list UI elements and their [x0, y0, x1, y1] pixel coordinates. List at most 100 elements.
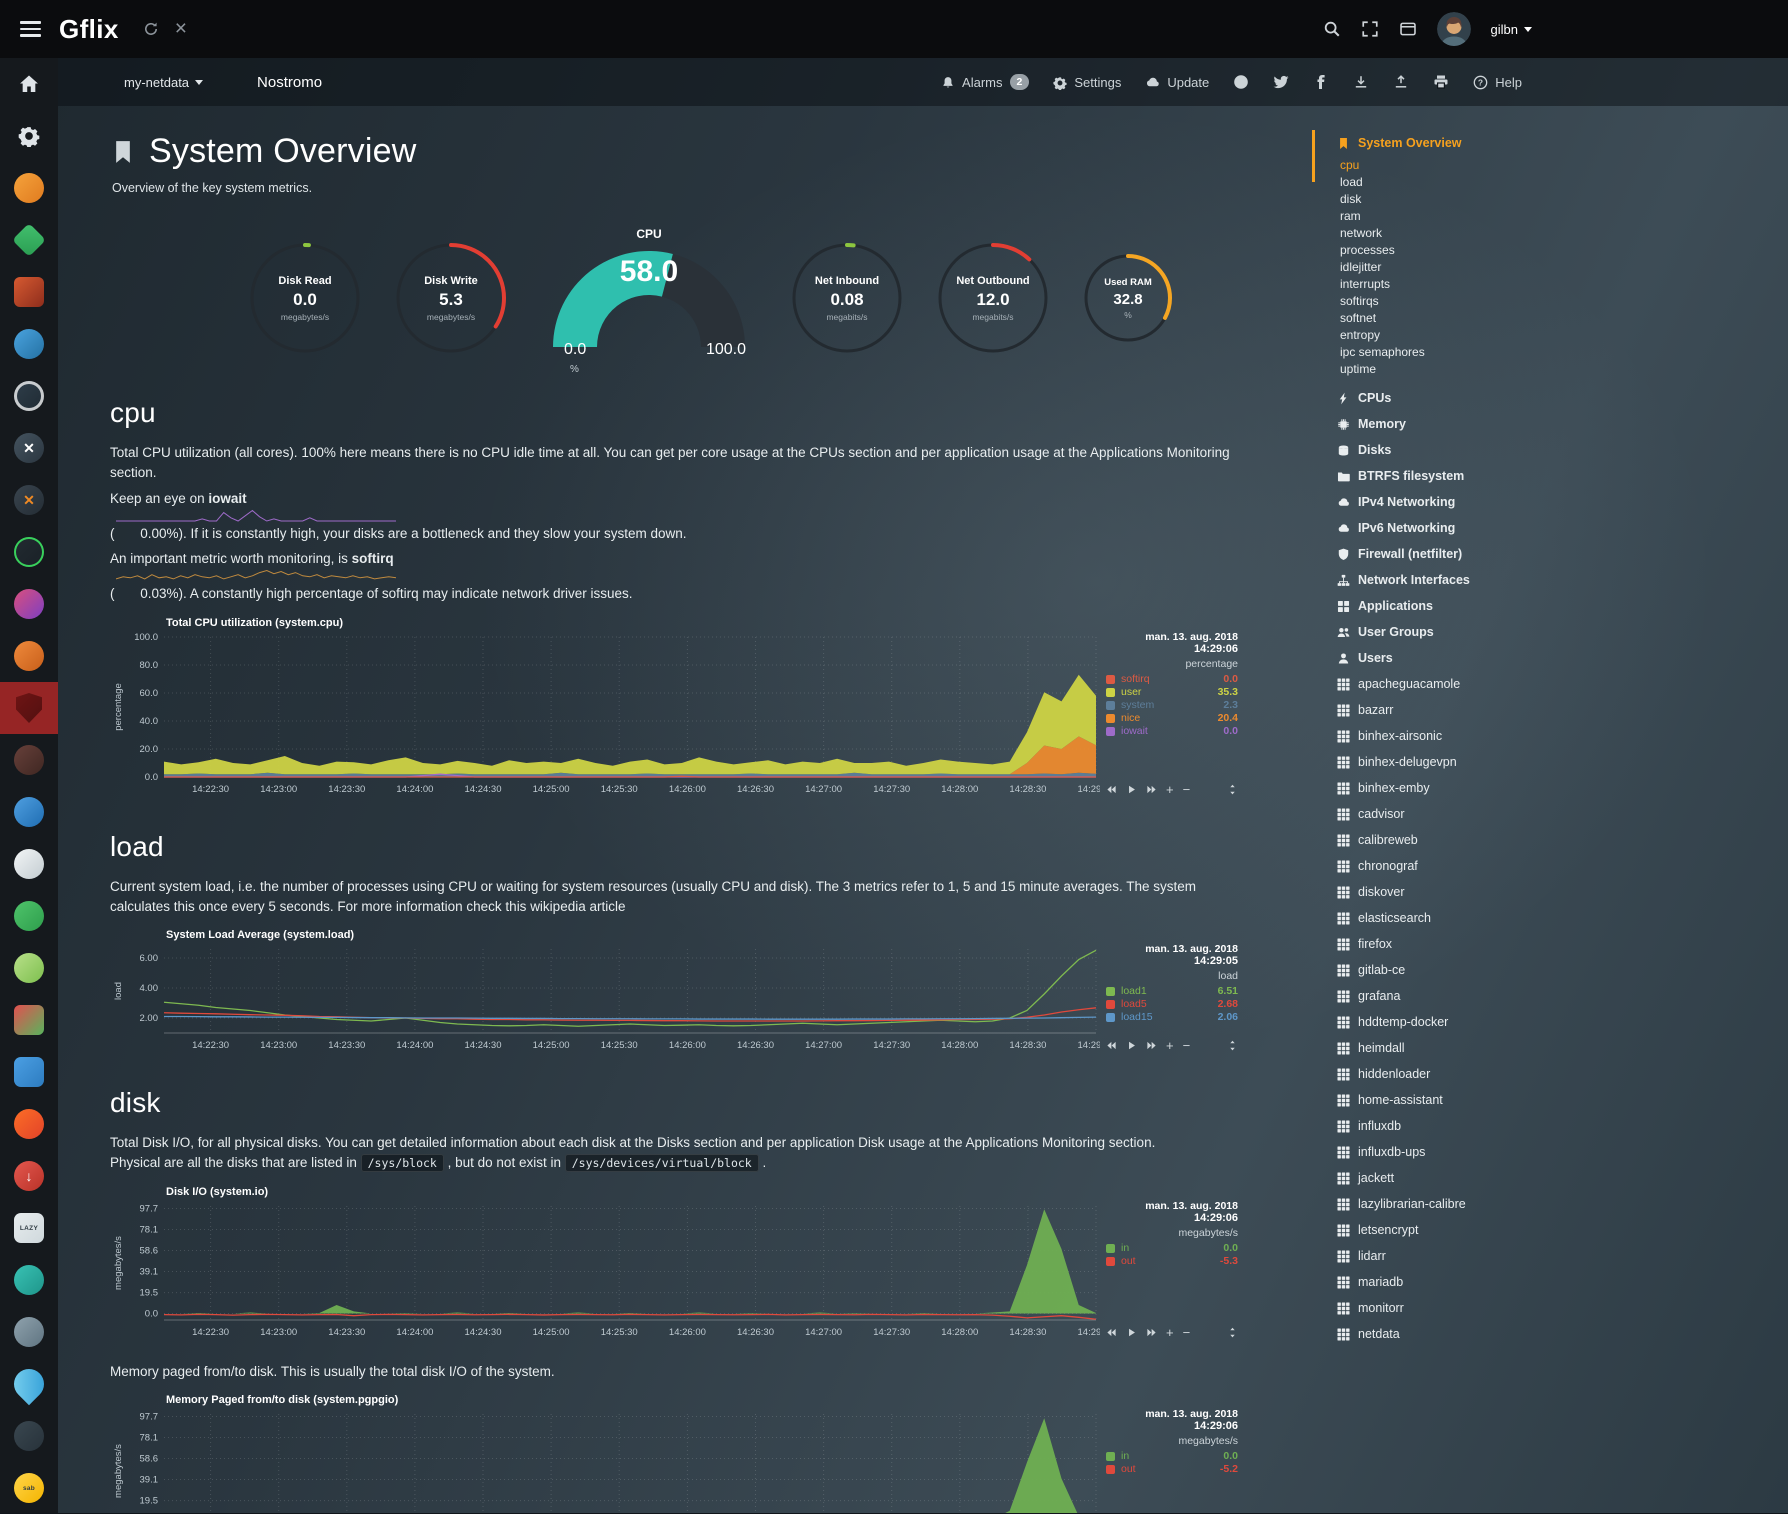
legend-row-softirq[interactable]: softirq0.0	[1106, 674, 1238, 685]
menu-item-gitlab-ce[interactable]: gitlab-ce	[1312, 957, 1788, 983]
menu-item-jackett[interactable]: jackett	[1312, 1165, 1788, 1191]
gauge-net-inbound[interactable]: Net Inbound0.08megabits/s	[788, 239, 906, 357]
chart-zoom-in-button[interactable]: +	[1166, 783, 1174, 796]
refresh-tab-icon[interactable]	[143, 20, 159, 38]
menu-item-apacheguacamole[interactable]: apacheguacamole	[1312, 671, 1788, 697]
chart-canvas-load[interactable]: 2.004.006.0014:22:3014:23:0014:23:3014:2…	[110, 943, 1100, 1055]
print-button[interactable]	[1433, 74, 1449, 91]
tabs-icon[interactable]	[1399, 20, 1417, 38]
menu-item-grafana[interactable]: grafana	[1312, 983, 1788, 1009]
menu-item-cpu[interactable]: cpu	[1312, 156, 1788, 173]
gauge-disk-read[interactable]: Disk Read0.0megabytes/s	[246, 239, 364, 357]
menu-item-applications[interactable]: Applications	[1312, 593, 1788, 619]
menu-item-ipc-semaphores[interactable]: ipc semaphores	[1312, 343, 1788, 360]
menu-item-users[interactable]: Users	[1312, 645, 1788, 671]
rail-app-crates[interactable]	[0, 266, 58, 318]
menu-item-entropy[interactable]: entropy	[1312, 326, 1788, 343]
menu-item-firefox[interactable]: firefox	[1312, 931, 1788, 957]
rail-app-horseshoe[interactable]	[0, 838, 58, 890]
menu-item-ipv6-networking[interactable]: IPv6 Networking	[1312, 515, 1788, 541]
menu-item-lidarr[interactable]: lidarr	[1312, 1243, 1788, 1269]
chart-pan-backward-button[interactable]	[1106, 784, 1117, 795]
export-button[interactable]	[1393, 74, 1409, 91]
rail-app-berry[interactable]	[0, 734, 58, 786]
legend-row-in[interactable]: in0.0	[1106, 1451, 1238, 1462]
rail-app-gray[interactable]	[0, 1306, 58, 1358]
chart-resize-handle[interactable]	[1227, 1327, 1238, 1338]
legend-row-nice[interactable]: nice20.4	[1106, 713, 1238, 724]
github-button[interactable]	[1233, 74, 1249, 91]
menu-item-softirqs[interactable]: softirqs	[1312, 292, 1788, 309]
search-icon[interactable]	[1323, 20, 1341, 38]
menu-item-influxdb[interactable]: influxdb	[1312, 1113, 1788, 1139]
chart-canvas-disk[interactable]: 0.019.539.158.678.197.714:22:3014:23:001…	[110, 1200, 1100, 1342]
chart-pan-forward-button[interactable]	[1146, 784, 1157, 795]
menu-item-load[interactable]: load	[1312, 173, 1788, 190]
fullscreen-icon[interactable]	[1361, 20, 1379, 38]
menu-item-network[interactable]: network	[1312, 224, 1788, 241]
chart-resize-handle[interactable]	[1227, 1040, 1238, 1051]
legend-row-load1[interactable]: load16.51	[1106, 986, 1238, 997]
menu-item-elasticsearch[interactable]: elasticsearch	[1312, 905, 1788, 931]
menu-item-binhex-delugevpn[interactable]: binhex-delugevpn	[1312, 749, 1788, 775]
rail-app-blue-tile[interactable]	[0, 1046, 58, 1098]
import-button[interactable]	[1353, 74, 1369, 91]
rail-app-red-down[interactable]: ↓	[0, 1150, 58, 1202]
gauge-net-outbound[interactable]: Net Outbound12.0megabits/s	[934, 239, 1052, 357]
menu-item-bazarr[interactable]: bazarr	[1312, 697, 1788, 723]
menu-item-mariadb[interactable]: mariadb	[1312, 1269, 1788, 1295]
menu-item-network-interfaces[interactable]: Network Interfaces	[1312, 567, 1788, 593]
legend-row-in[interactable]: in0.0	[1106, 1243, 1238, 1254]
chart-resize-handle[interactable]	[1227, 784, 1238, 795]
rail-app-search-dark[interactable]	[0, 370, 58, 422]
menu-item-lazylibrarian-calibre[interactable]: lazylibrarian-calibre	[1312, 1191, 1788, 1217]
chart-play-button[interactable]	[1126, 1040, 1137, 1051]
chart-zoom-out-button[interactable]: −	[1183, 1039, 1191, 1052]
rail-app-dark[interactable]	[0, 1410, 58, 1462]
rail-app-shield-selected[interactable]	[0, 682, 58, 734]
menu-item-chronograf[interactable]: chronograf	[1312, 853, 1788, 879]
legend-row-load15[interactable]: load152.06	[1106, 1012, 1238, 1023]
legend-row-system[interactable]: system2.3	[1106, 700, 1238, 711]
menu-item-hddtemp-docker[interactable]: hddtemp-docker	[1312, 1009, 1788, 1035]
gauge-disk-write[interactable]: Disk Write5.3megabytes/s	[392, 239, 510, 357]
menu-item-btrfs-filesystem[interactable]: BTRFS filesystem	[1312, 463, 1788, 489]
chart-pan-backward-button[interactable]	[1106, 1327, 1117, 1338]
avatar[interactable]	[1437, 12, 1471, 46]
menu-item-idlejitter[interactable]: idlejitter	[1312, 258, 1788, 275]
menu-item-uptime[interactable]: uptime	[1312, 360, 1788, 377]
menu-item-monitorr[interactable]: monitorr	[1312, 1295, 1788, 1321]
menu-item-diskover[interactable]: diskover	[1312, 879, 1788, 905]
rail-app-orange-x[interactable]: ✕	[0, 474, 58, 526]
gauge-used-ram[interactable]: Used RAM32.8%	[1080, 250, 1176, 346]
menu-item-cpus[interactable]: CPUs	[1312, 385, 1788, 411]
legend-row-out[interactable]: out-5.2	[1106, 1464, 1238, 1475]
server-dropdown[interactable]: my-netdata	[124, 75, 203, 90]
rail-app-nextcloud[interactable]	[0, 786, 58, 838]
rail-home[interactable]	[0, 58, 58, 110]
chart-pan-forward-button[interactable]	[1146, 1040, 1157, 1051]
menu-item-softnet[interactable]: softnet	[1312, 309, 1788, 326]
menu-item-ram[interactable]: ram	[1312, 207, 1788, 224]
legend-row-user[interactable]: user35.3	[1106, 687, 1238, 698]
close-tab-icon[interactable]: ×	[175, 18, 187, 39]
legend-row-out[interactable]: out-5.3	[1106, 1256, 1238, 1267]
rail-app-airsonic[interactable]	[0, 318, 58, 370]
gauge-cpu[interactable]: CPU58.00.0100.0%	[544, 231, 754, 365]
menu-item-cadvisor[interactable]: cadvisor	[1312, 801, 1788, 827]
chart-canvas-pgpgio[interactable]: 0.019.539.158.678.197.714:22:3014:23:001…	[110, 1408, 1100, 1513]
rail-app-bars-rg[interactable]	[0, 994, 58, 1046]
rail-app-teal[interactable]	[0, 1254, 58, 1306]
rail-app-sabnzbd[interactable]: sab	[0, 1462, 58, 1514]
chart-zoom-in-button[interactable]: +	[1166, 1326, 1174, 1339]
menu-item-ipv4-networking[interactable]: IPv4 Networking	[1312, 489, 1788, 515]
menu-item-memory[interactable]: Memory	[1312, 411, 1788, 437]
chart-canvas-cpu[interactable]: 0.020.040.060.080.0100.014:22:3014:23:00…	[110, 631, 1100, 799]
user-menu[interactable]: gilbn	[1491, 22, 1532, 37]
chart-zoom-in-button[interactable]: +	[1166, 1039, 1174, 1052]
menu-item-interrupts[interactable]: interrupts	[1312, 275, 1788, 292]
rail-app-multicolor[interactable]	[0, 578, 58, 630]
rail-app-green-diamond[interactable]	[0, 214, 58, 266]
rail-app-influx-drop[interactable]	[0, 1358, 58, 1410]
chart-zoom-out-button[interactable]: −	[1183, 783, 1191, 796]
